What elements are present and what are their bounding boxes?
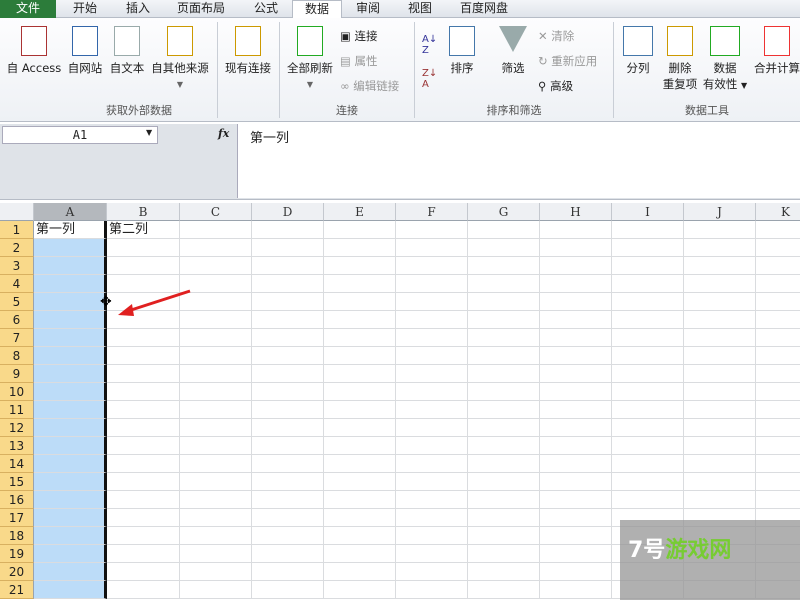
red-arrow-icon	[127, 289, 191, 313]
resize-cursor-icon: ✥	[100, 294, 112, 310]
red-arrowhead-icon	[118, 304, 134, 316]
annotation-layer: ✥	[100, 289, 191, 316]
watermark-logo: 7号游戏网	[620, 520, 800, 600]
